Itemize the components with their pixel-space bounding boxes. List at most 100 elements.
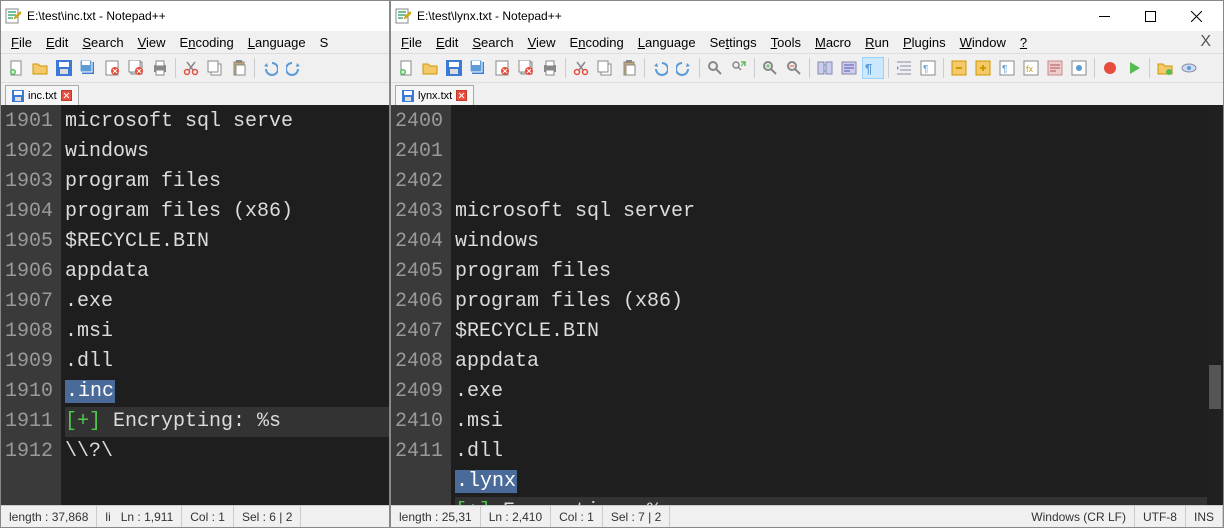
code-line[interactable]: microsoft sql server: [455, 197, 1223, 227]
code-line[interactable]: appdata: [455, 347, 1223, 377]
code-line[interactable]: .dll: [455, 437, 1223, 467]
save-button[interactable]: [53, 57, 75, 79]
open-button[interactable]: [29, 57, 51, 79]
record-button[interactable]: [1099, 57, 1121, 79]
play-button[interactable]: [1123, 57, 1145, 79]
print-button[interactable]: [539, 57, 561, 79]
menu-file[interactable]: File: [395, 33, 428, 52]
closeall-button[interactable]: [515, 57, 537, 79]
menu-macro[interactable]: Macro: [809, 33, 857, 52]
indent-button[interactable]: [893, 57, 915, 79]
code-line[interactable]: \\?\: [65, 437, 389, 467]
code-area[interactable]: microsoft sql servewindowsprogram filesp…: [61, 105, 389, 505]
menu-settings[interactable]: Settings: [704, 33, 763, 52]
menu-view[interactable]: View: [522, 33, 562, 52]
zoomin-button[interactable]: [759, 57, 781, 79]
code-line[interactable]: .inc: [65, 377, 389, 407]
menu-language[interactable]: Language: [242, 33, 312, 52]
close-icon[interactable]: [456, 90, 467, 101]
monitor-button[interactable]: [1178, 57, 1200, 79]
code-line[interactable]: appdata: [65, 257, 389, 287]
wrap-button[interactable]: [838, 57, 860, 79]
cut-button[interactable]: [180, 57, 202, 79]
paste-button[interactable]: [618, 57, 640, 79]
close-button[interactable]: [491, 57, 513, 79]
minimize-button[interactable]: [1081, 1, 1127, 31]
pilcrow-button[interactable]: ¶: [996, 57, 1018, 79]
save-button[interactable]: [443, 57, 465, 79]
code-line[interactable]: .exe: [455, 377, 1223, 407]
scrollbar[interactable]: [1207, 105, 1223, 505]
bookmark-button[interactable]: [1068, 57, 1090, 79]
replace-button[interactable]: [728, 57, 750, 79]
menu-run[interactable]: Run: [859, 33, 895, 52]
editor[interactable]: 1901190219031904190519061907190819091910…: [1, 105, 389, 505]
open-button[interactable]: [419, 57, 441, 79]
menu-settings-cut[interactable]: S: [314, 33, 335, 52]
code-line[interactable]: .msi: [455, 407, 1223, 437]
fold-button[interactable]: [948, 57, 970, 79]
menu-file[interactable]: File: [5, 33, 38, 52]
find-button[interactable]: [704, 57, 726, 79]
menu-language[interactable]: Language: [632, 33, 702, 52]
menu-encoding[interactable]: Encoding: [564, 33, 630, 52]
menu-window[interactable]: Window: [954, 33, 1012, 52]
menu-plugins[interactable]: Plugins: [897, 33, 952, 52]
function-button[interactable]: fx: [1020, 57, 1042, 79]
copy-button[interactable]: [204, 57, 226, 79]
code-line[interactable]: windows: [455, 227, 1223, 257]
unfold-button[interactable]: [972, 57, 994, 79]
close-button[interactable]: [1173, 1, 1219, 31]
cut-button[interactable]: [570, 57, 592, 79]
menu-search[interactable]: Search: [466, 33, 519, 52]
copy-button[interactable]: [594, 57, 616, 79]
code-line[interactable]: program files: [455, 257, 1223, 287]
menu-encoding[interactable]: Encoding: [174, 33, 240, 52]
undo-button[interactable]: [259, 57, 281, 79]
code-line[interactable]: $RECYCLE.BIN: [65, 227, 389, 257]
comment-button[interactable]: [1044, 57, 1066, 79]
code-line[interactable]: program files: [65, 167, 389, 197]
code-line[interactable]: .exe: [65, 287, 389, 317]
pilcrow-button[interactable]: ¶: [917, 57, 939, 79]
zoomout-button[interactable]: [783, 57, 805, 79]
maximize-button[interactable]: [1127, 1, 1173, 31]
scrollbar-thumb[interactable]: [1209, 365, 1221, 409]
paste-button[interactable]: [228, 57, 250, 79]
menu-edit[interactable]: Edit: [40, 33, 74, 52]
code-line[interactable]: program files (x86): [65, 197, 389, 227]
code-line[interactable]: .msi: [65, 317, 389, 347]
allchars-button[interactable]: ¶: [862, 57, 884, 79]
code-line[interactable]: .dll: [65, 347, 389, 377]
print-button[interactable]: [149, 57, 171, 79]
titlebar[interactable]: E:\test\lynx.txt - Notepad++: [391, 1, 1223, 31]
menu-?[interactable]: ?: [1014, 33, 1033, 52]
code-line[interactable]: program files (x86): [455, 287, 1223, 317]
saveall-button[interactable]: [77, 57, 99, 79]
undo-button[interactable]: [649, 57, 671, 79]
new-button[interactable]: [5, 57, 27, 79]
tab-inc[interactable]: inc.txt: [5, 85, 79, 105]
menu-view[interactable]: View: [132, 33, 172, 52]
editor[interactable]: 2400240124022403240424052406240724082409…: [391, 105, 1223, 505]
close-icon[interactable]: [61, 90, 72, 101]
tab-lynx[interactable]: lynx.txt: [395, 85, 474, 105]
menu-search[interactable]: Search: [76, 33, 129, 52]
menu-edit[interactable]: Edit: [430, 33, 464, 52]
redo-button[interactable]: [673, 57, 695, 79]
redo-button[interactable]: [283, 57, 305, 79]
new-button[interactable]: [395, 57, 417, 79]
code-line[interactable]: .lynx: [455, 467, 1223, 497]
code-line[interactable]: microsoft sql serve: [65, 107, 389, 137]
closeall-button[interactable]: [125, 57, 147, 79]
saveall-button[interactable]: [467, 57, 489, 79]
code-line[interactable]: [+] Encrypting: %s: [455, 497, 1223, 505]
menu-close-doc[interactable]: X: [1192, 33, 1219, 51]
code-line[interactable]: windows: [65, 137, 389, 167]
titlebar[interactable]: E:\test\inc.txt - Notepad++: [1, 1, 389, 31]
code-line[interactable]: [+] Encrypting: %s: [65, 407, 389, 437]
code-area[interactable]: ➤ microsoft sql serverwindowsprogram fil…: [451, 105, 1223, 505]
sync-button[interactable]: [814, 57, 836, 79]
folder-button[interactable]: [1154, 57, 1176, 79]
menu-tools[interactable]: Tools: [765, 33, 807, 52]
